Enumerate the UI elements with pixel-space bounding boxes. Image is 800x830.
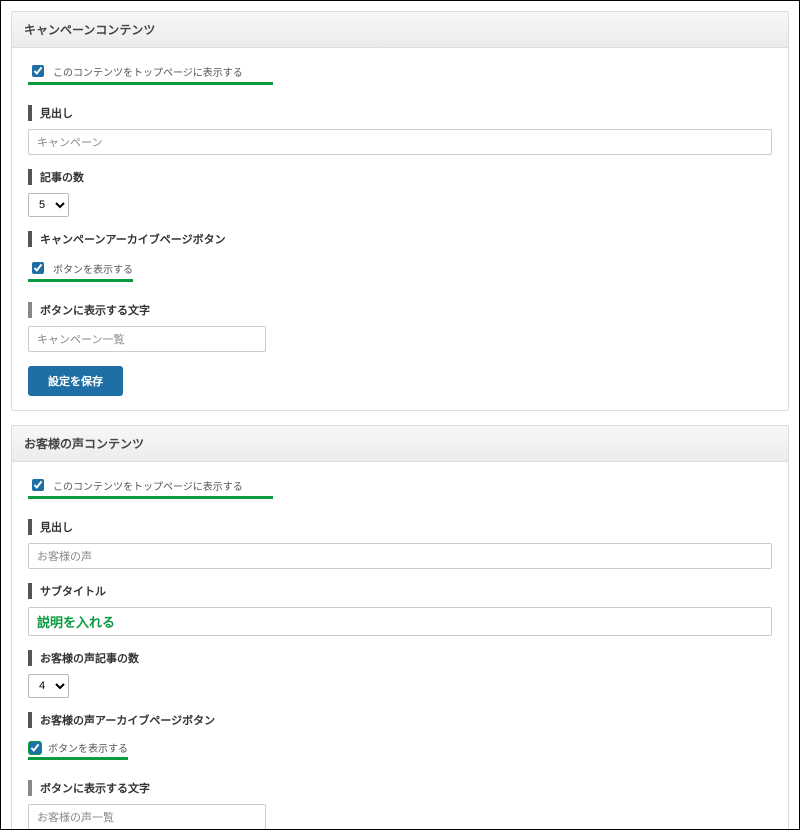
campaign-panel: キャンペーンコンテンツ このコンテンツをトップページに表示する 見出し 記事の数… xyxy=(11,11,789,411)
voice-show-checkbox[interactable] xyxy=(32,479,44,491)
voice-button-text-label: ボタンに表示する文字 xyxy=(28,780,772,796)
campaign-show-label: このコンテンツをトップページに表示する xyxy=(53,64,243,79)
voice-panel-title: お客様の声コンテンツ xyxy=(12,426,788,462)
campaign-show-row: このコンテンツをトップページに表示する xyxy=(28,58,772,91)
voice-show-button-checkbox[interactable] xyxy=(29,742,41,754)
campaign-panel-body: このコンテンツをトップページに表示する 見出し 記事の数 5 キャンペーンアーカ… xyxy=(12,48,788,410)
campaign-show-button-row: ボタンを表示する xyxy=(28,255,772,288)
campaign-count-label: 記事の数 xyxy=(28,169,772,185)
campaign-button-text-label: ボタンに表示する文字 xyxy=(28,302,772,318)
voice-subtitle-label: サブタイトル xyxy=(28,583,772,599)
voice-show-button-label: ボタンを表示する xyxy=(48,740,128,755)
campaign-heading-input[interactable] xyxy=(28,129,772,155)
voice-count-label: お客様の声記事の数 xyxy=(28,650,772,666)
voice-show-button-row: ボタンを表示する xyxy=(28,736,772,766)
campaign-panel-title: キャンペーンコンテンツ xyxy=(12,12,788,48)
voice-show-label: このコンテンツをトップページに表示する xyxy=(53,478,243,493)
voice-show-button-checkbox-highlight xyxy=(28,741,42,755)
voice-panel-body: このコンテンツをトップページに表示する 見出し サブタイトル お客様の声記事の数… xyxy=(12,462,788,830)
campaign-show-button-label: ボタンを表示する xyxy=(53,261,133,276)
campaign-archive-button-label: キャンペーンアーカイブページボタン xyxy=(28,231,772,247)
page-container: キャンペーンコンテンツ このコンテンツをトップページに表示する 見出し 記事の数… xyxy=(0,0,800,830)
voice-heading-input[interactable] xyxy=(28,543,772,569)
campaign-show-button-checkbox[interactable] xyxy=(32,262,44,274)
voice-show-row: このコンテンツをトップページに表示する xyxy=(28,472,772,505)
voice-heading-label: 見出し xyxy=(28,519,772,535)
voice-count-select[interactable]: 4 xyxy=(28,674,69,698)
campaign-button-text-input[interactable] xyxy=(28,326,266,352)
campaign-show-checkbox[interactable] xyxy=(32,65,44,77)
voice-panel: お客様の声コンテンツ このコンテンツをトップページに表示する 見出し サブタイト… xyxy=(11,425,789,830)
voice-archive-button-label: お客様の声アーカイブページボタン xyxy=(28,712,772,728)
campaign-save-button[interactable]: 設定を保存 xyxy=(28,366,123,396)
campaign-count-select[interactable]: 5 xyxy=(28,193,69,217)
voice-button-text-input[interactable] xyxy=(28,804,266,830)
voice-subtitle-input[interactable] xyxy=(28,607,772,636)
campaign-heading-label: 見出し xyxy=(28,105,772,121)
